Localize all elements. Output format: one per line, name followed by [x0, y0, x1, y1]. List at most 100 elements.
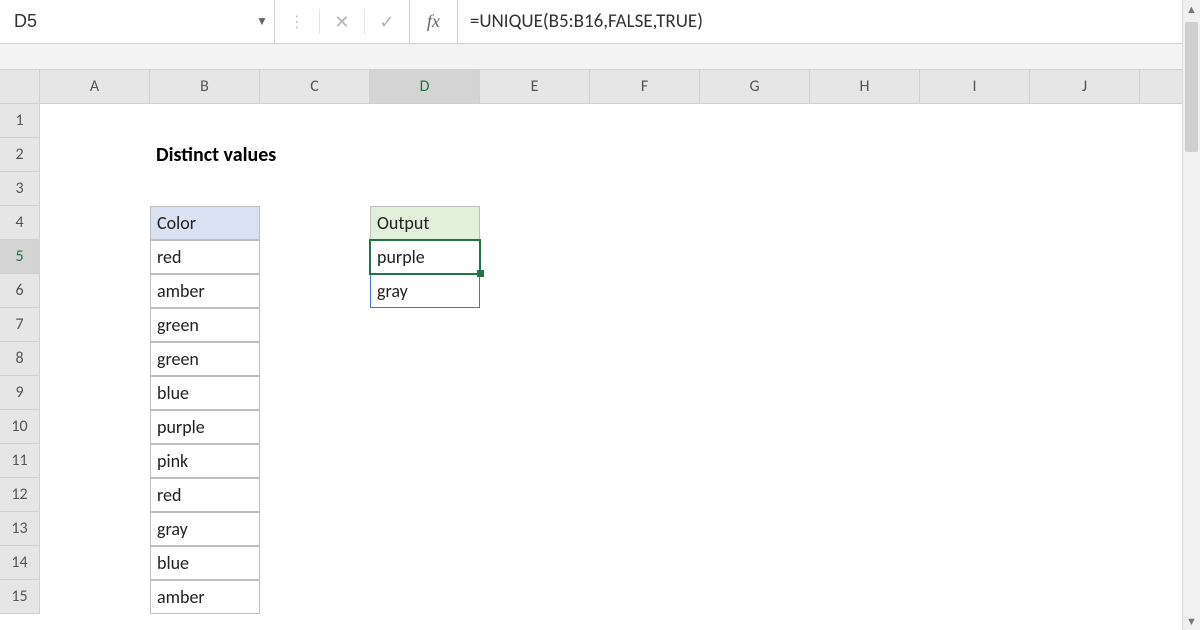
- row-header-3[interactable]: 3: [0, 172, 40, 206]
- cell-J12[interactable]: [1030, 478, 1140, 512]
- cell-A7[interactable]: [40, 308, 150, 342]
- cell-B7[interactable]: green: [150, 308, 260, 342]
- col-header-I[interactable]: I: [920, 70, 1030, 104]
- cell-D12[interactable]: [370, 478, 480, 512]
- cell-B12[interactable]: red: [150, 478, 260, 512]
- cell-C5[interactable]: [260, 240, 370, 274]
- cell-H3[interactable]: [810, 172, 920, 206]
- cell-H5[interactable]: [810, 240, 920, 274]
- cell-E5[interactable]: [480, 240, 590, 274]
- cell-F15[interactable]: [590, 580, 700, 614]
- row-header-1[interactable]: 1: [0, 104, 40, 138]
- cell-F3[interactable]: [590, 172, 700, 206]
- cell-C4[interactable]: [260, 206, 370, 240]
- col-header-C[interactable]: C: [260, 70, 370, 104]
- cell-C1[interactable]: [260, 104, 370, 138]
- cell-I9[interactable]: [920, 376, 1030, 410]
- cell-D6[interactable]: gray: [370, 274, 480, 308]
- cell-D9[interactable]: [370, 376, 480, 410]
- cell-G5[interactable]: [700, 240, 810, 274]
- cell-B5[interactable]: red: [150, 240, 260, 274]
- cell-F2[interactable]: [590, 138, 700, 172]
- col-header-H[interactable]: H: [810, 70, 920, 104]
- scroll-track[interactable]: [1183, 18, 1200, 612]
- cell-B2-title[interactable]: Distinct values: [150, 138, 590, 172]
- col-header-B[interactable]: B: [150, 70, 260, 104]
- cell-B10[interactable]: purple: [150, 410, 260, 444]
- cell-J2[interactable]: [1030, 138, 1140, 172]
- cell-D13[interactable]: [370, 512, 480, 546]
- cell-A6[interactable]: [40, 274, 150, 308]
- cell-E7[interactable]: [480, 308, 590, 342]
- name-box[interactable]: [10, 9, 250, 34]
- cell-I4[interactable]: [920, 206, 1030, 240]
- cell-H6[interactable]: [810, 274, 920, 308]
- cell-C9[interactable]: [260, 376, 370, 410]
- cell-J8[interactable]: [1030, 342, 1140, 376]
- cell-D7[interactable]: [370, 308, 480, 342]
- cell-I3[interactable]: [920, 172, 1030, 206]
- cell-B3[interactable]: [150, 172, 260, 206]
- cell-G6[interactable]: [700, 274, 810, 308]
- col-header-D[interactable]: D: [370, 70, 480, 104]
- scroll-thumb[interactable]: [1185, 22, 1198, 152]
- row-header-15[interactable]: 15: [0, 580, 40, 614]
- cell-G12[interactable]: [700, 478, 810, 512]
- cell-D11[interactable]: [370, 444, 480, 478]
- row-header-2[interactable]: 2: [0, 138, 40, 172]
- more-icon[interactable]: ⋮: [275, 0, 319, 43]
- cell-A4[interactable]: [40, 206, 150, 240]
- cell-B13[interactable]: gray: [150, 512, 260, 546]
- cell-D4-header[interactable]: Output: [370, 206, 480, 240]
- cell-F12[interactable]: [590, 478, 700, 512]
- cell-I14[interactable]: [920, 546, 1030, 580]
- cell-G9[interactable]: [700, 376, 810, 410]
- cell-H10[interactable]: [810, 410, 920, 444]
- cell-J10[interactable]: [1030, 410, 1140, 444]
- cell-A13[interactable]: [40, 512, 150, 546]
- cell-G15[interactable]: [700, 580, 810, 614]
- cell-B14[interactable]: blue: [150, 546, 260, 580]
- cell-F11[interactable]: [590, 444, 700, 478]
- cell-F13[interactable]: [590, 512, 700, 546]
- cell-A9[interactable]: [40, 376, 150, 410]
- cell-H13[interactable]: [810, 512, 920, 546]
- cell-F5[interactable]: [590, 240, 700, 274]
- cell-F9[interactable]: [590, 376, 700, 410]
- cell-C3[interactable]: [260, 172, 370, 206]
- cell-I1[interactable]: [920, 104, 1030, 138]
- cell-F6[interactable]: [590, 274, 700, 308]
- cell-H11[interactable]: [810, 444, 920, 478]
- cell-A15[interactable]: [40, 580, 150, 614]
- cell-A1[interactable]: [40, 104, 150, 138]
- cell-A10[interactable]: [40, 410, 150, 444]
- name-box-dropdown-icon[interactable]: ▼: [256, 14, 268, 29]
- worksheet-grid[interactable]: A B C D E F G H I J K 1 2 Distinct value…: [0, 70, 1200, 614]
- cell-C8[interactable]: [260, 342, 370, 376]
- cell-A12[interactable]: [40, 478, 150, 512]
- cell-F10[interactable]: [590, 410, 700, 444]
- cell-B1[interactable]: [150, 104, 260, 138]
- cell-E15[interactable]: [480, 580, 590, 614]
- cell-G14[interactable]: [700, 546, 810, 580]
- cell-J5[interactable]: [1030, 240, 1140, 274]
- cell-F14[interactable]: [590, 546, 700, 580]
- row-header-12[interactable]: 12: [0, 478, 40, 512]
- cell-C10[interactable]: [260, 410, 370, 444]
- cell-B6[interactable]: amber: [150, 274, 260, 308]
- cell-B11[interactable]: pink: [150, 444, 260, 478]
- cell-F7[interactable]: [590, 308, 700, 342]
- cell-A5[interactable]: [40, 240, 150, 274]
- cell-G7[interactable]: [700, 308, 810, 342]
- cell-D15[interactable]: [370, 580, 480, 614]
- fill-handle[interactable]: [477, 270, 484, 277]
- scroll-up-icon[interactable]: ▲: [1186, 0, 1197, 18]
- cell-I12[interactable]: [920, 478, 1030, 512]
- cell-C15[interactable]: [260, 580, 370, 614]
- cell-J13[interactable]: [1030, 512, 1140, 546]
- cell-A14[interactable]: [40, 546, 150, 580]
- cell-A2[interactable]: [40, 138, 150, 172]
- cell-I7[interactable]: [920, 308, 1030, 342]
- select-all-corner[interactable]: [0, 70, 40, 104]
- vertical-scrollbar[interactable]: ▲ ▼: [1182, 0, 1200, 630]
